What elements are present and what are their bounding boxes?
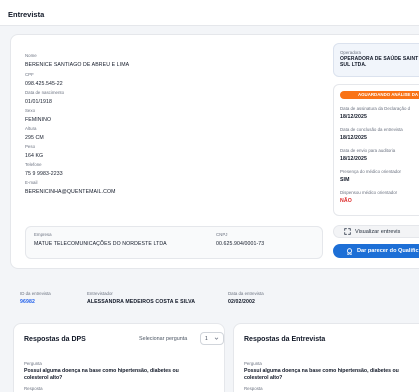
- peso-value: 164 KG: [25, 153, 44, 159]
- field-nascimento: Data de nascimento 01/01/1918: [25, 90, 64, 105]
- conclusao-value: 18/12/2025: [340, 135, 367, 141]
- dispensou-label: Dispensou médico orientador: [340, 190, 398, 195]
- meta-interviewer: Entrevistador ALESSANDRA MEDEIROS COSTA …: [87, 291, 195, 305]
- field-telefone: Telefone 75 9 9983-2233: [25, 162, 63, 177]
- presenca-value: SIM: [340, 177, 350, 183]
- interview-id-label: ID da entrevista: [20, 291, 51, 296]
- cnpj-label: CNPJ: [216, 232, 228, 237]
- seal-icon: [346, 247, 353, 255]
- view-interview-label: Visualizar entrevis: [355, 228, 401, 235]
- cpf-label: CPF: [25, 72, 34, 77]
- give-opinion-button[interactable]: Dar parecer do Qualific: [333, 244, 419, 258]
- interview-question-label: Pergunta: [244, 361, 262, 366]
- view-interview-button[interactable]: Visualizar entrevis: [333, 225, 419, 238]
- envio-label: Data de envio para auditoria: [340, 148, 396, 153]
- operator-box: Operadora OPERADORA DE SAÚDE SAINT DO SU…: [333, 43, 419, 77]
- cpf-value: 098.425.545-22: [25, 81, 63, 87]
- page-title: Entrevista: [8, 10, 45, 19]
- interview-answers-card: Respostas da Entrevista Pergunta Possui …: [233, 323, 419, 392]
- dispensou-value: NÃO: [340, 198, 352, 204]
- conclusao-label: Data de conclusão da entrevista: [340, 127, 403, 132]
- sexo-value: FEMININO: [25, 117, 52, 123]
- field-nome: Nome BERENICE SANTIAGO DE ABREU E LIMA: [25, 53, 129, 68]
- telefone-value: 75 9 9983-2233: [25, 171, 63, 177]
- dps-question-label: Pergunta: [24, 361, 42, 366]
- field-dispensou: Dispensou médico orientador NÃO: [340, 190, 397, 204]
- field-sexo: Sexo FEMININO: [25, 108, 51, 123]
- status-badge: AGUARDANDO ANÁLISE DA: [340, 91, 419, 99]
- cnpj-value: 00.625.904/0001-73: [216, 241, 265, 247]
- telefone-label: Telefone: [25, 162, 42, 167]
- status-panel: AGUARDANDO ANÁLISE DA Data de assinatura…: [333, 84, 419, 216]
- dps-answers-card: Respostas da DPS Selecionar pergunta 1 P…: [13, 323, 225, 392]
- field-altura: Altura 295 CM: [25, 126, 44, 141]
- field-assinatura: Data de assinatura da Declaração d 18/12…: [340, 106, 410, 120]
- operator-label: Operadora: [340, 50, 361, 55]
- interview-question-text: Possui alguma doença na base como hipert…: [244, 368, 399, 381]
- meta-interview-id: ID da entrevista 96982: [20, 291, 51, 305]
- assinatura-value: 18/12/2025: [340, 114, 367, 120]
- field-peso: Peso 164 KG: [25, 144, 43, 159]
- operator-value: OPERADORA DE SAÚDE SAINT DO SUL LTDA.: [340, 56, 419, 68]
- question-select-value: 1: [205, 335, 208, 342]
- envio-value: 18/12/2025: [340, 156, 367, 162]
- empresa-value: MATUE TELECOMUNICAÇÕES DO NORDESTE LTDA: [34, 241, 167, 247]
- dps-answer-label: Resposta: [24, 386, 43, 391]
- interview-answer-label: Resposta: [244, 386, 263, 391]
- company-box: Empresa MATUE TELECOMUNICAÇÕES DO NORDES…: [25, 226, 323, 259]
- give-opinion-label: Dar parecer do Qualific: [357, 248, 419, 254]
- peso-label: Peso: [25, 144, 36, 149]
- field-presenca: Presença do médico orientador SIM: [340, 169, 401, 183]
- altura-value: 295 CM: [25, 135, 44, 141]
- interviewer-label: Entrevistador: [87, 291, 113, 296]
- page-header: Entrevista: [0, 0, 419, 26]
- question-select[interactable]: 1: [200, 332, 224, 345]
- select-question-label: Selecionar pergunta: [139, 336, 188, 342]
- sexo-label: Sexo: [25, 108, 36, 113]
- dps-title: Respostas da DPS: [24, 336, 86, 343]
- interview-answers-title: Respostas da Entrevista: [244, 336, 326, 343]
- dps-question-text: Possui alguma doença na base como hipert…: [24, 368, 179, 381]
- presenca-label: Presença do médico orientador: [340, 169, 402, 174]
- meta-interview-date: Data da entrevista 02/02/2002: [228, 291, 264, 305]
- field-email: E-mail BERENICINHA@QUENTEMAIL.COM: [25, 180, 116, 195]
- nascimento-value: 01/01/1918: [25, 99, 52, 105]
- field-conclusao: Data de conclusão da entrevista 18/12/20…: [340, 127, 403, 141]
- field-envio: Data de envio para auditoria 18/12/2025: [340, 148, 395, 162]
- interview-date-value: 02/02/2002: [228, 299, 255, 305]
- altura-label: Altura: [25, 126, 37, 131]
- field-cnpj: CNPJ 00.625.904/0001-73: [216, 232, 264, 247]
- email-value: BERENICINHA@QUENTEMAIL.COM: [25, 189, 116, 195]
- nome-value: BERENICE SANTIAGO DE ABREU E LIMA: [25, 62, 130, 68]
- assinatura-label: Data de assinatura da Declaração d: [340, 106, 411, 111]
- expand-icon: [344, 228, 351, 235]
- empresa-label: Empresa: [34, 232, 52, 237]
- email-label: E-mail: [25, 180, 38, 185]
- nome-label: Nome: [25, 53, 37, 58]
- field-empresa: Empresa MATUE TELECOMUNICAÇÕES DO NORDES…: [34, 232, 167, 247]
- interview-id-value[interactable]: 96982: [20, 299, 51, 305]
- nascimento-label: Data de nascimento: [25, 90, 65, 95]
- interviewer-value: ALESSANDRA MEDEIROS COSTA E SILVA: [87, 299, 196, 305]
- field-cpf: CPF 098.425.545-22: [25, 72, 63, 87]
- chevron-down-icon: [214, 337, 219, 340]
- beneficiary-card: Nome BERENICE SANTIAGO DE ABREU E LIMA C…: [10, 34, 419, 269]
- interview-date-label: Data da entrevista: [228, 291, 264, 296]
